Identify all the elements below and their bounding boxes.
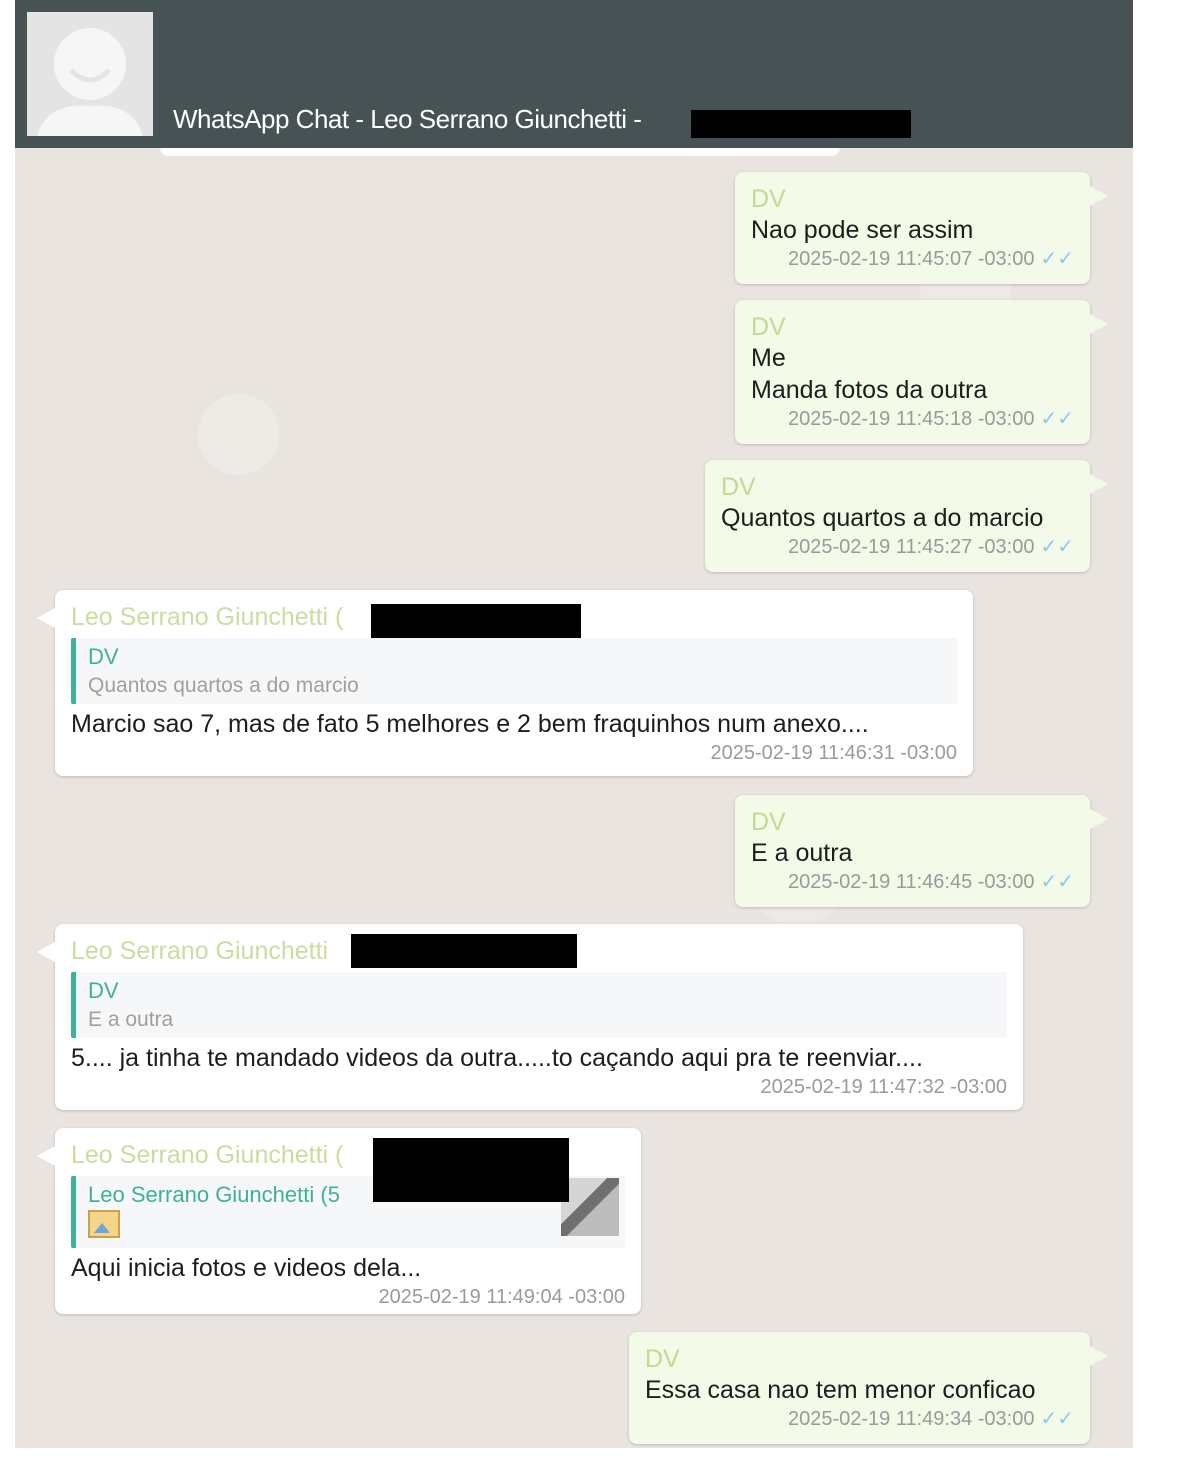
message-outgoing[interactable]: DV E a outra 2025-02-19 11:46:45 -03:00 ✓… <box>735 795 1108 907</box>
message-sender: DV <box>645 1345 680 1373</box>
timestamp-text: 2025-02-19 11:45:18 -03:00 <box>787 408 1035 430</box>
redacted-phone <box>351 934 577 968</box>
timestamp-text: 2025-02-19 11:45:07 -03:00 <box>787 248 1035 270</box>
sender-name: Leo Serrano Giunchetti ( <box>71 1141 344 1169</box>
quoted-sender: DV <box>88 644 119 669</box>
redacted-phone <box>371 604 581 638</box>
quoted-message[interactable]: DV Quantos quartos a do marcio <box>71 638 957 704</box>
read-receipt-icon: ✓✓ <box>1040 408 1074 430</box>
message-text: 5.... ja tinha te mandado videos da outr… <box>71 1044 923 1072</box>
redacted-phone <box>691 110 911 138</box>
message-outgoing[interactable]: DV Quantos quartos a do marcio 2025-02-1… <box>705 460 1108 572</box>
quoted-sender: DV <box>88 978 119 1003</box>
message-incoming[interactable]: Leo Serrano Giunchetti () Leo Serrano Gi… <box>37 1128 641 1314</box>
timestamp-text: 2025-02-19 11:46:45 -03:00 <box>787 871 1035 893</box>
quoted-text: E a outra <box>88 1008 174 1031</box>
message-incoming[interactable]: Leo Serrano Giunchetti ( DV Quantos quar… <box>37 590 973 776</box>
message-timestamp: 2025-02-19 11:49:34 -03:00 ✓✓ <box>645 1406 1074 1432</box>
quoted-text: Quantos quartos a do marcio <box>88 674 359 697</box>
message-incoming[interactable]: Leo Serrano Giunchetti DV E a outra 5...… <box>37 924 1023 1110</box>
message-text: Marcio sao 7, mas de fato 5 melhores e 2… <box>71 710 869 738</box>
message-text: Aqui inicia fotos e videos dela... <box>71 1254 422 1282</box>
redacted-phone <box>373 1138 569 1202</box>
message-timestamp: 2025-02-19 11:47:32 -03:00 <box>760 1076 1008 1098</box>
message-timestamp: 2025-02-19 11:45:27 -03:00 ✓✓ <box>721 534 1074 560</box>
quoted-message[interactable]: DV E a outra <box>71 972 1007 1038</box>
message-timestamp: 2025-02-19 11:49:04 -03:00 <box>378 1286 626 1308</box>
quoted-image-thumbnail[interactable] <box>561 1178 619 1236</box>
default-avatar-icon <box>27 12 153 136</box>
chat-title: WhatsApp Chat - Leo Serrano Giunchetti - <box>173 104 642 134</box>
message-outgoing[interactable]: DV Me Manda fotos da outra 2025-02-19 11… <box>735 300 1108 444</box>
timestamp-text: 2025-02-19 11:45:27 -03:00 <box>787 536 1035 558</box>
image-icon <box>88 1210 613 1238</box>
message-timestamp: 2025-02-19 11:46:31 -03:00 <box>710 742 958 764</box>
message-outgoing[interactable]: DV Essa casa nao tem menor conficao 2025… <box>629 1332 1108 1444</box>
message-text: Essa casa nao tem menor conficao <box>645 1376 1036 1404</box>
message-timestamp: 2025-02-19 11:46:45 -03:00 ✓✓ <box>751 869 1074 895</box>
message-timestamp: 2025-02-19 11:45:18 -03:00 ✓✓ <box>751 406 1074 432</box>
read-receipt-icon: ✓✓ <box>1040 248 1074 270</box>
message-text: Nao pode ser assim <box>751 216 974 244</box>
message-outgoing[interactable]: DV Nao pode ser assim 2025-02-19 11:45:0… <box>735 172 1108 284</box>
read-receipt-icon: ✓✓ <box>1040 1408 1074 1430</box>
message-text: Quantos quartos a do marcio <box>721 504 1044 532</box>
message-text: Manda fotos da outra <box>751 376 988 404</box>
avatar[interactable] <box>27 12 153 136</box>
message-sender: DV <box>721 473 756 501</box>
message-sender: DV <box>751 185 786 213</box>
message-timestamp: 2025-02-19 11:45:07 -03:00 ✓✓ <box>751 246 1074 272</box>
timestamp-text: 2025-02-19 11:49:34 -03:00 <box>787 1408 1035 1430</box>
message-text: E a outra <box>751 839 853 867</box>
message-sender: DV <box>751 808 786 836</box>
chat-header: WhatsApp Chat - Leo Serrano Giunchetti - <box>15 0 1133 148</box>
read-receipt-icon: ✓✓ <box>1040 871 1074 893</box>
read-receipt-icon: ✓✓ <box>1040 536 1074 558</box>
chat-window: WhatsApp Chat - Leo Serrano Giunchetti -… <box>15 0 1133 1448</box>
message-text: Me <box>751 344 786 372</box>
message-sender: DV <box>751 313 786 341</box>
